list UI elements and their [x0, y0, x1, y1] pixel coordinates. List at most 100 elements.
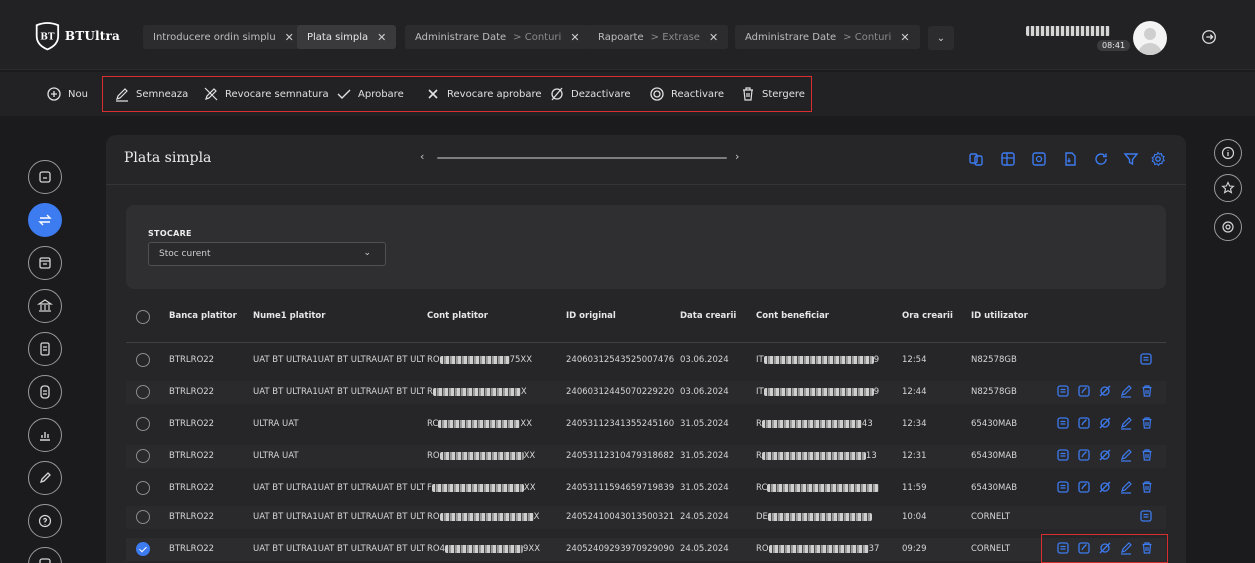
- edit-icon[interactable]: [1077, 448, 1091, 462]
- column-header[interactable]: Cont beneficiar: [756, 311, 829, 321]
- table-row[interactable]: BTRLRO22 UAT BT ULTRA1UAT BT ULTRAUAT BT…: [126, 506, 1166, 529]
- close-icon[interactable]: ✕: [570, 31, 579, 44]
- trash-icon[interactable]: [1140, 416, 1154, 430]
- row-checkbox[interactable]: [136, 417, 150, 431]
- tab-introducere-ordin-simplu[interactable]: Introducere ordin simplu ✕: [143, 25, 304, 49]
- select-all-checkbox[interactable]: [136, 310, 150, 324]
- scroll-left-icon[interactable]: ‹: [420, 150, 424, 163]
- svg-text:BT: BT: [40, 33, 55, 43]
- nav-transfers[interactable]: [28, 203, 62, 237]
- nav-home[interactable]: [28, 160, 62, 194]
- table-row[interactable]: BTRLRO22 UAT BT ULTRA1UAT BT ULTRAUAT BT…: [126, 381, 1166, 404]
- cell-nume: UAT BT ULTRA1UAT BT ULTRAUAT BT ULT: [253, 512, 426, 522]
- nav-reports[interactable]: [28, 418, 62, 452]
- sign-icon[interactable]: [1119, 448, 1133, 462]
- table-row[interactable]: BTRLRO22 UAT BT ULTRA1UAT BT ULTRAUAT BT…: [126, 349, 1166, 372]
- info-button[interactable]: [1214, 139, 1242, 167]
- view-details-icon[interactable]: [1056, 416, 1070, 430]
- column-header[interactable]: ID original: [566, 311, 616, 321]
- settings-icon[interactable]: [1150, 151, 1166, 167]
- column-header[interactable]: Banca platitor: [169, 311, 237, 321]
- trash-icon[interactable]: [1140, 448, 1154, 462]
- tab-administrare-date-conturi[interactable]: Administrare Date > Conturi ✕: [405, 25, 590, 49]
- nav-more[interactable]: [28, 547, 62, 563]
- view-details-icon[interactable]: [1056, 448, 1070, 462]
- trash-icon[interactable]: [1140, 384, 1154, 398]
- table-row[interactable]: BTRLRO22 ULTRA UAT RC XX 2405311234135524…: [126, 413, 1166, 436]
- cont-suffix: XX: [523, 483, 536, 493]
- column-header[interactable]: Ora crearii: [902, 311, 953, 321]
- file-download-icon[interactable]: [1062, 151, 1078, 167]
- nav-help[interactable]: [28, 504, 62, 538]
- trash-icon[interactable]: [1140, 480, 1154, 494]
- statement-icon: [40, 385, 50, 399]
- cell-cont-beneficiar: IT 9: [756, 355, 879, 365]
- tab-plata-simpla[interactable]: Plata simpla ✕: [297, 25, 397, 49]
- nav-sign[interactable]: [28, 461, 62, 495]
- star-icon: [1221, 181, 1235, 194]
- table-row[interactable]: BTRLRO22 UAT BT ULTRA1UAT BT ULTRAUAT BT…: [126, 477, 1166, 500]
- close-icon[interactable]: ✕: [377, 31, 386, 44]
- close-icon[interactable]: ✕: [709, 31, 718, 44]
- sign-icon[interactable]: [1119, 480, 1133, 494]
- tab-administrare-date-conturi-2[interactable]: Administrare Date > Conturi ✕: [735, 25, 920, 49]
- view-details-icon[interactable]: [1056, 384, 1070, 398]
- edit-icon[interactable]: [1077, 480, 1091, 494]
- cell-banca: BTRLRO22: [169, 355, 215, 365]
- row-checkbox-checked[interactable]: [136, 542, 150, 556]
- tabs-overflow-dropdown[interactable]: ⌄: [928, 26, 954, 50]
- favorite-button[interactable]: [1214, 174, 1242, 202]
- sign-icon[interactable]: [1119, 384, 1133, 398]
- app-logo[interactable]: BT BTUltra: [34, 20, 120, 52]
- table-row-selected[interactable]: BTRLRO22 UAT BT ULTRA1UAT BT ULTRAUAT BT…: [126, 538, 1166, 561]
- horizontal-scrollbar[interactable]: [437, 157, 727, 159]
- filter-icon[interactable]: [1123, 151, 1139, 167]
- refresh-icon[interactable]: [1093, 151, 1109, 167]
- deactivate-icon[interactable]: [1098, 480, 1112, 494]
- view-details-icon[interactable]: [1139, 509, 1153, 523]
- cell-banca: BTRLRO22: [169, 544, 215, 554]
- cell-id-original: 24052409293970929090: [566, 544, 675, 554]
- stocare-select[interactable]: Stoc curent ⌄: [148, 242, 386, 266]
- close-icon[interactable]: ✕: [900, 31, 909, 44]
- row-checkbox[interactable]: [136, 481, 150, 495]
- edit-icon[interactable]: [1077, 416, 1091, 430]
- logout-icon[interactable]: [1200, 28, 1218, 46]
- chevron-down-icon: ⌄: [936, 32, 946, 44]
- nav-calendar[interactable]: [28, 246, 62, 280]
- nav-documents[interactable]: [28, 332, 62, 366]
- benef-prefix: RC: [756, 483, 768, 493]
- table-row[interactable]: BTRLRO22 ULTRA UAT RO XX 2405311231047931…: [126, 445, 1166, 468]
- tab-rapoarte-extrase[interactable]: Rapoarte > Extrase ✕: [588, 25, 729, 49]
- cell-utilizator: 65430MAB: [971, 483, 1018, 493]
- column-header[interactable]: Data crearii: [680, 311, 736, 321]
- avatar[interactable]: [1133, 21, 1167, 55]
- column-header[interactable]: ID utilizator: [971, 311, 1028, 321]
- column-header[interactable]: Cont platitor: [427, 311, 488, 321]
- cont-prefix: RO: [427, 512, 440, 522]
- deactivate-icon[interactable]: [1098, 448, 1112, 462]
- deactivate-icon[interactable]: [1098, 384, 1112, 398]
- close-icon[interactable]: ✕: [285, 31, 294, 44]
- row-checkbox[interactable]: [136, 385, 150, 399]
- row-checkbox[interactable]: [136, 353, 150, 367]
- copy-icon[interactable]: [968, 151, 984, 167]
- view-details-icon[interactable]: [1056, 480, 1070, 494]
- cont-prefix: RC: [427, 419, 439, 429]
- export-icon[interactable]: [1031, 151, 1047, 167]
- view-details-icon[interactable]: [1139, 352, 1153, 366]
- scroll-right-icon[interactable]: ›: [735, 150, 739, 163]
- cell-ora: 11:59: [902, 483, 927, 493]
- edit-icon[interactable]: [1077, 384, 1091, 398]
- column-header[interactable]: Nume1 platitor: [253, 311, 325, 321]
- support-button[interactable]: [1214, 213, 1242, 241]
- row-checkbox[interactable]: [136, 449, 150, 463]
- row-checkbox[interactable]: [136, 510, 150, 524]
- sign-icon[interactable]: [1119, 416, 1133, 430]
- nav-bank[interactable]: [28, 289, 62, 323]
- nav-statements[interactable]: [28, 375, 62, 409]
- grid-icon[interactable]: [1000, 151, 1016, 167]
- chevron-down-icon: ⌄: [363, 248, 371, 258]
- deactivate-icon[interactable]: [1098, 416, 1112, 430]
- nou-button[interactable]: Nou: [46, 84, 88, 104]
